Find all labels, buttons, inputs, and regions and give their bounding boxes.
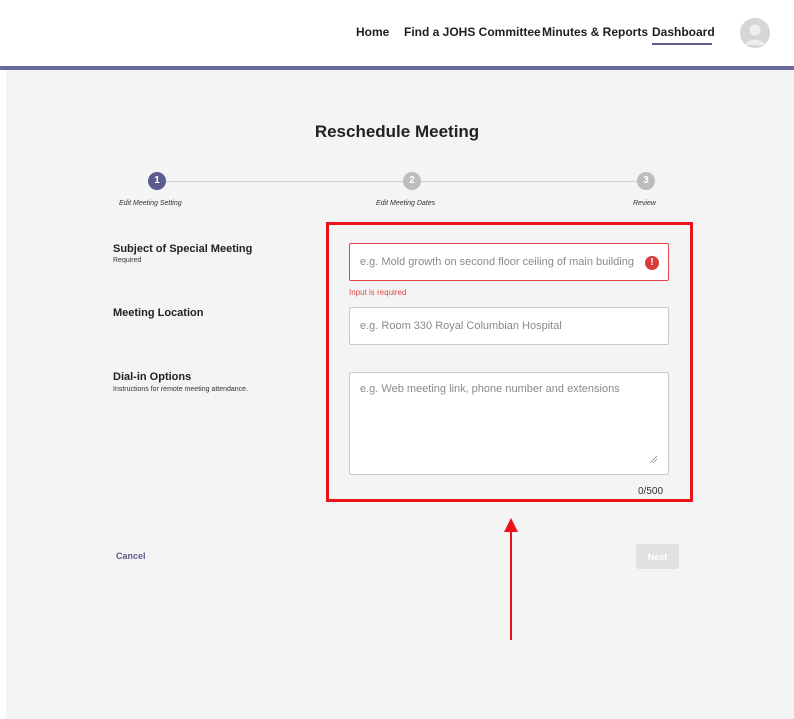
step-1-label: Edit Meeting Setting bbox=[119, 200, 182, 207]
annotation-arrow-line bbox=[510, 530, 512, 640]
step-3-label: Review bbox=[633, 200, 656, 207]
nav-active-indicator bbox=[652, 43, 712, 45]
step-3-indicator: 3 bbox=[637, 172, 655, 190]
step-2-label: Edit Meeting Dates bbox=[376, 200, 436, 207]
top-navigation: Home Find a JOHS Committee Minutes & Rep… bbox=[0, 0, 794, 66]
nav-link-dashboard[interactable]: Dashboard bbox=[652, 25, 715, 39]
dial-in-hint: Instructions for remote meeting attendan… bbox=[113, 386, 249, 393]
location-label: Meeting Location bbox=[113, 307, 204, 319]
nav-link-find-committee[interactable]: Find a JOHS Committee bbox=[404, 25, 541, 39]
user-icon bbox=[740, 18, 770, 48]
nav-link-minutes-reports[interactable]: Minutes & Reports bbox=[542, 25, 648, 39]
stepper-connector bbox=[420, 181, 638, 182]
avatar[interactable] bbox=[740, 18, 770, 48]
highlight-annotation-box bbox=[326, 222, 693, 502]
stepper-connector bbox=[166, 181, 404, 182]
step-1-indicator: 1 bbox=[148, 172, 166, 190]
next-button[interactable]: Next bbox=[636, 544, 679, 569]
dial-in-label: Dial-in Options bbox=[113, 371, 192, 383]
page-title: Reschedule Meeting bbox=[314, 122, 480, 141]
subject-label: Subject of Special Meeting bbox=[113, 243, 253, 255]
cancel-button[interactable]: Cancel bbox=[116, 551, 146, 561]
nav-link-home[interactable]: Home bbox=[356, 25, 389, 39]
subject-required-hint: Required bbox=[113, 257, 142, 264]
step-2-indicator: 2 bbox=[403, 172, 421, 190]
